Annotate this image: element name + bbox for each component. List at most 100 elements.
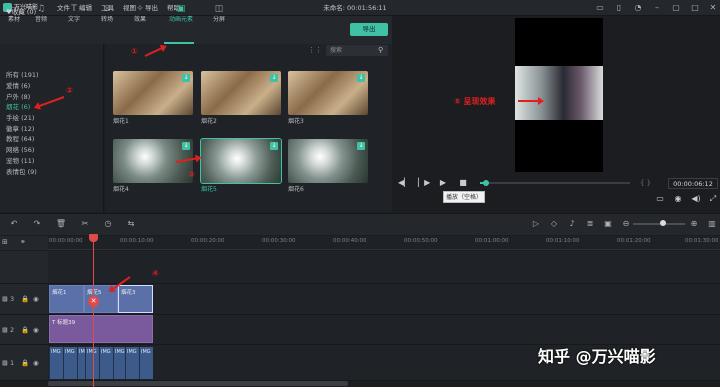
fit-icon[interactable]: ▥ [706,218,718,230]
thumbnail-fireworks-3[interactable]: ↓ [288,71,368,115]
playback-progress-handle[interactable] [483,180,489,186]
tab-label: 文字 [67,16,80,23]
element-icon: ▣ [176,4,186,14]
video-clip[interactable]: IMG [139,347,153,379]
download-icon[interactable]: ↓ [357,74,365,82]
close-icon[interactable]: ✕ [708,3,718,13]
download-icon[interactable]: ↓ [182,74,190,82]
visibility-icon[interactable]: ◉ [33,295,39,303]
element-library [105,44,392,212]
zoom-slider[interactable] [633,223,685,225]
in-out-markers[interactable]: { } [640,178,658,189]
playhead-handle[interactable] [89,234,98,242]
category-tutorial[interactable]: 教程 (64) [6,134,34,144]
ruler-controls: ⊞ ⚭ [0,236,48,250]
category-outdoor[interactable]: 户外 (8) [6,92,30,102]
video-clip[interactable]: IMG [63,347,77,379]
thumbnail-fireworks-6[interactable]: ↓ [288,139,368,183]
tab-elements[interactable]: ▣ 动画元素 [165,3,197,27]
speed-icon[interactable]: ◷ [102,218,114,230]
lock-icon[interactable]: 🔒 [21,359,29,367]
ruler-tick: 00:01:30:00 [685,238,719,244]
category-love[interactable]: 爱情 (6) [6,81,30,91]
marker-icon[interactable]: ◇ [548,218,560,230]
maximize-icon[interactable]: □ [690,3,700,13]
minimize-icon[interactable]: – [652,3,662,13]
folder-icon[interactable]: ▭ [595,3,605,13]
search-icon[interactable]: ⚲ [378,45,388,56]
lock-icon[interactable]: 🔒 [21,326,29,334]
category-all[interactable]: 所有 (191) [6,70,39,80]
zoom-slider-handle[interactable] [660,220,666,226]
file-icon[interactable]: ▯ [614,3,624,13]
tab-text[interactable]: T 文字 [60,3,88,27]
zoom-in-icon[interactable]: ⊕ [688,218,700,230]
playback-progress-track[interactable] [480,182,630,184]
track-header-2: ▦ 2 🔒 ◉ [0,315,48,345]
visibility-icon[interactable]: ◉ [33,359,39,367]
thumbnail-fireworks-5[interactable]: ↓ [200,138,282,184]
video-clip[interactable]: IMG [77,347,85,379]
download-icon[interactable]: ↓ [357,142,365,150]
undo-icon[interactable]: ↶ [8,218,20,230]
restore-icon[interactable]: ▢ [671,3,681,13]
lock-icon[interactable]: 🔒 [21,295,29,303]
bell-icon[interactable]: ◔ [633,3,643,13]
redo-icon[interactable]: ↷ [31,218,43,230]
thumbnail-fireworks-2[interactable]: ↓ [201,71,281,115]
thumbnail-fireworks-1[interactable]: ↓ [113,71,193,115]
zoom-out-icon[interactable]: ⊖ [620,218,632,230]
add-track-icon[interactable]: ⊞ [2,238,8,246]
video-clip[interactable]: IMG [85,347,99,379]
fullscreen-icon[interactable]: ⤢ [707,193,719,205]
mixer-icon[interactable]: ≣ [584,218,596,230]
snapshot-icon[interactable]: ▣ [602,218,614,230]
play-icon[interactable]: ▶ [437,177,449,189]
tab-label: 动画元素 [168,16,193,23]
export-button[interactable]: 导出 [350,23,388,36]
step-back-icon[interactable]: ▏▶ [418,177,430,189]
tab-label: 效果 [133,16,146,23]
render-icon[interactable]: ▷ [530,218,542,230]
download-icon[interactable]: ↓ [182,142,190,150]
snapshot-icon[interactable]: ◉ [672,193,684,205]
tab-effect[interactable]: ✧ 效果 [126,3,154,27]
download-icon[interactable]: ↓ [270,142,278,150]
tab-label: 分屏 [212,16,225,23]
download-icon[interactable]: ↓ [270,74,278,82]
ruler-tick: 00:00:30:00 [262,238,296,244]
category-emoji[interactable]: 表情包 (9) [6,167,37,177]
volume-icon[interactable]: ◀) [690,193,702,205]
watermark: 知乎 @万兴喵影 [538,347,656,366]
display-icon[interactable]: ▭ [654,193,666,205]
grid-view-icon[interactable]: ⋮⋮ [308,45,322,56]
clip-fireworks-1[interactable]: 烟花1 [49,285,84,313]
ruler-tick: 00:01:20:00 [617,238,651,244]
category-handdrawn[interactable]: 手绘 (21) [6,113,34,123]
category-badge[interactable]: 徽章 (12) [6,124,34,134]
video-clip[interactable]: IMG [125,347,139,379]
favorites-item[interactable]: ♥收藏 (0) [6,6,36,16]
tab-transition[interactable]: ⧖ 转场 [93,3,121,27]
video-clip[interactable]: IMG [113,347,125,379]
video-clip[interactable]: IMG [99,347,113,379]
stop-icon[interactable]: ■ [457,177,469,189]
category-fireworks[interactable]: 烟花 (6) [6,102,30,112]
visibility-icon[interactable]: ◉ [33,326,39,334]
thumbnail-label: 烟花4 [113,186,129,193]
cut-icon[interactable]: ✂ [79,218,91,230]
delete-icon[interactable]: 🗑 [55,218,67,230]
track-header-1: ▦ 1 🔒 ◉ [0,345,48,381]
playhead[interactable] [93,236,94,387]
category-pets[interactable]: 宠物 (11) [6,156,34,166]
clip-title[interactable]: T 标题39 [49,315,153,343]
adjust-icon[interactable]: ⇆ [125,218,137,230]
mic-icon[interactable]: ♪ [566,218,578,230]
video-clip[interactable]: IMG [49,347,63,379]
previous-frame-icon[interactable]: ◀▏ [398,177,410,189]
clip-fireworks-3[interactable]: 烟花3 [118,285,153,313]
tab-split-screen[interactable]: ◫ 分屏 [205,3,233,27]
link-icon[interactable]: ⚭ [20,238,26,246]
category-network[interactable]: 网络 (56) [6,145,34,155]
project-title: 未命名: 00:01:56:11 [323,4,387,12]
